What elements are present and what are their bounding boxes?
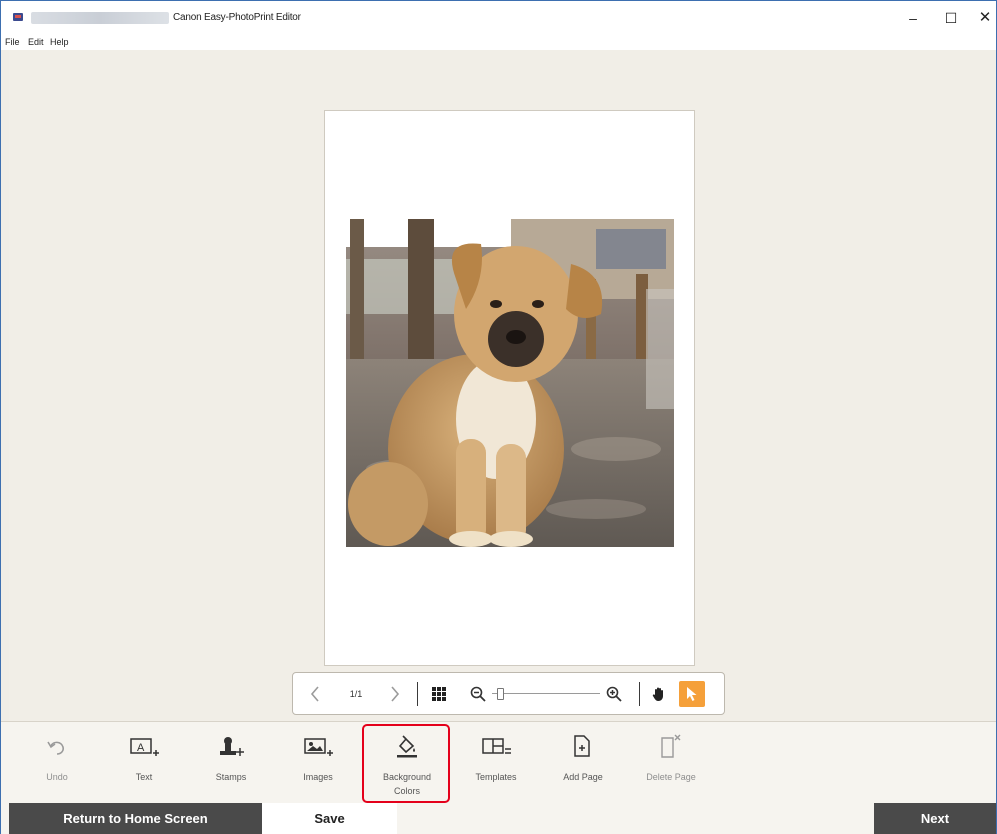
tool-label: Add Page bbox=[563, 772, 603, 782]
close-button[interactable]: ✕ bbox=[970, 7, 997, 29]
tool-label: Delete Page bbox=[646, 772, 696, 782]
images-button[interactable]: Images bbox=[278, 722, 358, 804]
edit-tools-toolbar: Undo A Text Stamps Images Background Col… bbox=[1, 721, 996, 803]
menu-help[interactable]: Help bbox=[50, 37, 69, 47]
toolbar-separator bbox=[417, 682, 418, 706]
title-bar: Canon Easy-PhotoPrint Editor – ☐ ✕ bbox=[1, 1, 996, 35]
page-list-grid-icon[interactable] bbox=[427, 673, 451, 714]
tool-label: Undo bbox=[46, 772, 68, 782]
add-text-button[interactable]: A Text bbox=[104, 722, 184, 804]
menu-bar: File Edit Help bbox=[1, 35, 996, 50]
svg-text:A: A bbox=[137, 742, 145, 754]
delete-page-button[interactable]: Delete Page bbox=[631, 722, 711, 804]
hand-pan-icon[interactable] bbox=[647, 673, 671, 714]
menu-edit[interactable]: Edit bbox=[28, 37, 44, 47]
add-page-icon bbox=[543, 734, 623, 760]
stamps-button[interactable]: Stamps bbox=[191, 722, 271, 804]
zoom-in-icon[interactable] bbox=[603, 673, 625, 714]
tool-label: Templates bbox=[475, 772, 517, 782]
window-title: Canon Easy-PhotoPrint Editor bbox=[173, 12, 301, 23]
zoom-slider-thumb[interactable] bbox=[497, 687, 504, 700]
templates-icon bbox=[456, 734, 536, 760]
page-indicator: 1/1 bbox=[349, 688, 363, 699]
pointer-arrow-icon bbox=[687, 687, 697, 701]
return-to-home-button[interactable]: Return to Home Screen bbox=[9, 803, 262, 834]
images-icon bbox=[278, 734, 358, 760]
minimize-button[interactable]: – bbox=[898, 7, 928, 29]
undo-button[interactable]: Undo bbox=[17, 722, 97, 804]
select-pointer-button[interactable] bbox=[679, 681, 705, 707]
toolbar-separator bbox=[639, 682, 640, 706]
app-logo-icon bbox=[13, 13, 23, 21]
templates-button[interactable]: Templates bbox=[456, 722, 536, 804]
menu-file[interactable]: File bbox=[5, 37, 20, 47]
undo-icon bbox=[17, 734, 97, 760]
add-page-button[interactable]: Add Page bbox=[543, 722, 623, 804]
zoom-out-icon[interactable] bbox=[467, 673, 489, 714]
stamps-icon bbox=[191, 734, 271, 760]
add-text-icon: A bbox=[104, 734, 184, 760]
delete-page-icon bbox=[631, 734, 711, 760]
next-button[interactable]: Next bbox=[874, 803, 996, 834]
app-window: Canon Easy-PhotoPrint Editor – ☐ ✕ File … bbox=[0, 0, 997, 834]
maximize-button[interactable]: ☐ bbox=[936, 7, 966, 29]
next-page-button[interactable] bbox=[385, 673, 405, 714]
tool-label: Text bbox=[135, 772, 153, 782]
save-button[interactable]: Save bbox=[262, 803, 397, 834]
page-zoom-toolbar: 1/1 bbox=[292, 672, 725, 715]
tool-label: Stamps bbox=[215, 772, 247, 782]
blurred-title-area bbox=[31, 12, 169, 24]
highlight-frame bbox=[362, 724, 450, 803]
tool-label: Images bbox=[303, 772, 333, 782]
puppy-photo[interactable] bbox=[346, 219, 674, 547]
previous-page-button[interactable] bbox=[305, 673, 325, 714]
zoom-slider[interactable] bbox=[491, 673, 601, 714]
